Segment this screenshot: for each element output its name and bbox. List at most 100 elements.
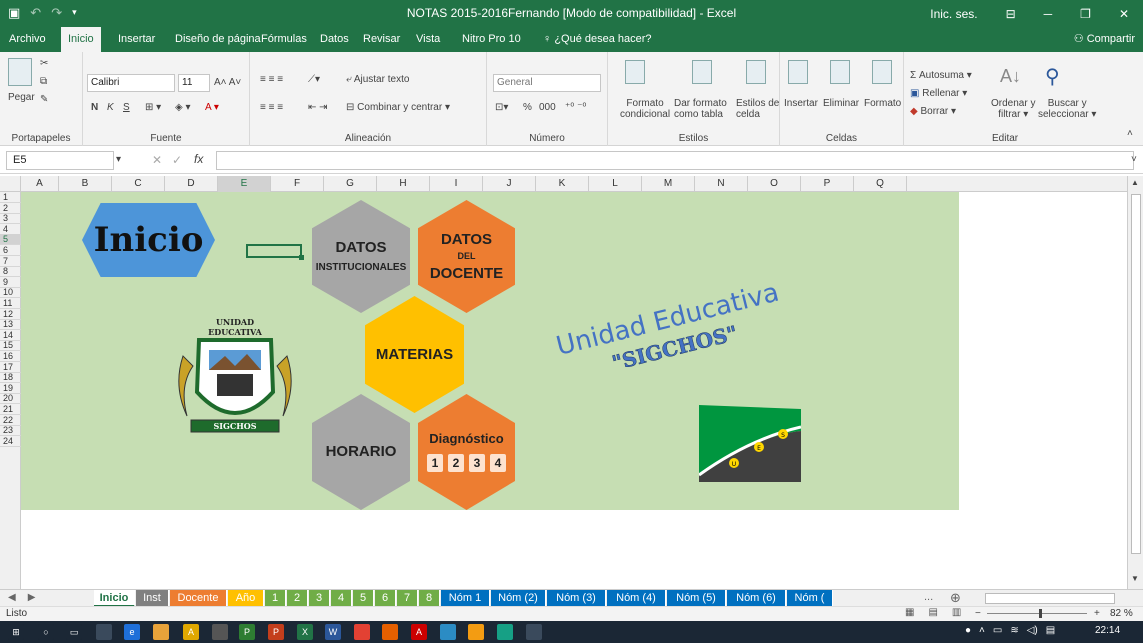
column-header[interactable]: B [59, 176, 112, 192]
column-header[interactable]: J [483, 176, 536, 192]
row-header[interactable]: 5 [0, 234, 21, 246]
sheet-tab[interactable]: 1 [265, 590, 286, 607]
tab-revisar[interactable]: Revisar [356, 27, 407, 52]
row-header[interactable]: 4 [0, 224, 21, 235]
font-name-select[interactable]: Calibri [87, 74, 175, 92]
currency-icon[interactable]: ⊡▾ [495, 102, 508, 113]
acrobat-icon[interactable]: A [411, 624, 427, 640]
zoom-slider[interactable] [987, 609, 1087, 618]
row-header[interactable]: 7 [0, 256, 21, 267]
wifi-icon[interactable]: ≋ [1010, 625, 1018, 636]
scroll-down-icon[interactable]: ▼ [1131, 574, 1139, 583]
paste-button[interactable]: Pegar [8, 92, 35, 103]
orientation-icon[interactable]: ⟋▾ [308, 74, 320, 85]
prev-sheet-icon[interactable]: ◀ [8, 592, 16, 603]
name-box[interactable]: E5 [6, 151, 114, 170]
word-icon[interactable]: W [325, 624, 341, 640]
percent-button[interactable]: % [523, 102, 532, 113]
delete-cells-icon[interactable] [830, 60, 850, 84]
column-header[interactable]: I [430, 176, 483, 192]
row-header[interactable]: 1 [0, 192, 21, 203]
battery-icon[interactable]: ▭ [993, 625, 1002, 636]
find-select-button[interactable]: Buscar y seleccionar ▾ [1038, 98, 1096, 120]
collapse-ribbon-icon[interactable]: ˄ [1127, 128, 1133, 139]
excel-icon[interactable]: X [297, 624, 313, 640]
clear-button[interactable]: ◆ Borrar ▾ [910, 106, 956, 117]
delete-button[interactable]: Eliminar [823, 98, 859, 109]
row-header[interactable]: 3 [0, 213, 21, 225]
task-view-icon[interactable]: ▭ [66, 624, 82, 640]
page-break-icon[interactable]: ▥ [952, 607, 961, 618]
diagnostico-2-button[interactable]: 2 [448, 453, 464, 472]
tray-chevron-icon[interactable]: ˄ [979, 625, 985, 636]
normal-view-icon[interactable]: ▦ [905, 607, 914, 618]
photos-icon[interactable] [526, 624, 542, 640]
column-header[interactable]: A [21, 176, 59, 192]
column-header[interactable]: D [165, 176, 218, 192]
cell-styles-button[interactable]: Estilos de celda [736, 98, 779, 120]
vlc-icon[interactable] [468, 624, 484, 640]
sheet-tab[interactable]: 8 [419, 590, 440, 607]
app-icon[interactable] [212, 624, 228, 640]
app-icon[interactable] [497, 624, 513, 640]
sheet-tab[interactable]: Nóm (3) [547, 590, 606, 607]
taskbar-clock[interactable]: 22:14 [1095, 625, 1120, 636]
row-header[interactable]: 16 [0, 351, 21, 362]
column-header[interactable]: P [801, 176, 854, 192]
notifications-icon[interactable]: ▤ [1046, 625, 1055, 636]
row-header[interactable]: 18 [0, 372, 21, 384]
copy-icon[interactable]: ⧉ [40, 76, 47, 87]
scroll-thumb[interactable] [1131, 194, 1141, 554]
align-top-icons[interactable]: ≡ ≡ ≡ [260, 74, 283, 85]
volume-icon[interactable]: ◁) [1027, 625, 1038, 636]
sheet-tab[interactable]: 3 [309, 590, 330, 607]
sheet-tab[interactable]: Inst [136, 590, 169, 607]
format-painter-icon[interactable]: ✎ [40, 94, 48, 105]
sheet-tab[interactable]: 5 [353, 590, 374, 607]
insert-button[interactable]: Insertar [784, 98, 818, 109]
explorer-icon[interactable] [153, 624, 169, 640]
ribbon-display-icon[interactable]: ⊟ [992, 7, 1030, 21]
row-header[interactable]: 20 [0, 393, 21, 405]
chrome-icon[interactable] [354, 624, 370, 640]
sheet-tab[interactable]: Nóm (6) [727, 590, 786, 607]
conditional-format-button[interactable]: Formato condicional [620, 98, 670, 120]
tab-datos[interactable]: Datos [313, 27, 356, 52]
fill-button[interactable]: ▣ Rellenar ▾ [910, 88, 967, 99]
number-format-select[interactable]: General [493, 74, 601, 92]
paste-icon[interactable] [8, 58, 32, 86]
column-header[interactable]: C [112, 176, 165, 192]
sheet-tab[interactable]: Nóm (5) [667, 590, 726, 607]
column-header[interactable]: H [377, 176, 430, 192]
grow-font-icon[interactable]: A˄ A˅ [214, 77, 241, 88]
tab-diseno-pagina[interactable]: Diseño de página [168, 27, 268, 52]
tab-inicio[interactable]: Inicio [61, 27, 101, 52]
italic-button[interactable]: K [107, 102, 114, 113]
horizontal-scrollbar[interactable] [985, 593, 1115, 604]
sheet-tab[interactable]: Año [228, 590, 264, 607]
column-header[interactable]: K [536, 176, 589, 192]
datos-institucionales-button[interactable]: DATOS INSTITUCIONALES [312, 200, 410, 313]
share-button[interactable]: ⚇ Compartir [1074, 27, 1135, 52]
row-header[interactable]: 15 [0, 340, 21, 352]
decimal-icons[interactable]: ⁺⁰ ⁻⁰ [565, 102, 586, 113]
tab-archivo[interactable]: Archivo [2, 27, 53, 52]
page-layout-icon[interactable]: ▤ [928, 607, 937, 618]
sheet-tab[interactable]: Nóm (4) [607, 590, 666, 607]
app-icon[interactable]: A [183, 624, 199, 640]
column-header[interactable]: L [589, 176, 642, 192]
sheet-tab[interactable]: 2 [287, 590, 308, 607]
cell-styles-icon[interactable] [746, 60, 766, 84]
app-icon[interactable] [440, 624, 456, 640]
wrap-text-button[interactable]: ⤶ Ajustar texto [346, 74, 409, 85]
inicio-button[interactable]: Inicio [82, 203, 215, 277]
project-icon[interactable]: P [239, 624, 255, 640]
minimize-icon[interactable]: ─ [1030, 7, 1067, 21]
column-header[interactable]: M [642, 176, 695, 192]
column-header[interactable]: O [748, 176, 801, 192]
diagnostico-1-button[interactable]: 1 [427, 453, 443, 472]
zoom-out-icon[interactable]: − [975, 608, 981, 619]
row-header[interactable]: 2 [0, 203, 21, 214]
row-header[interactable]: 19 [0, 383, 21, 394]
row-header[interactable]: 23 [0, 425, 21, 437]
